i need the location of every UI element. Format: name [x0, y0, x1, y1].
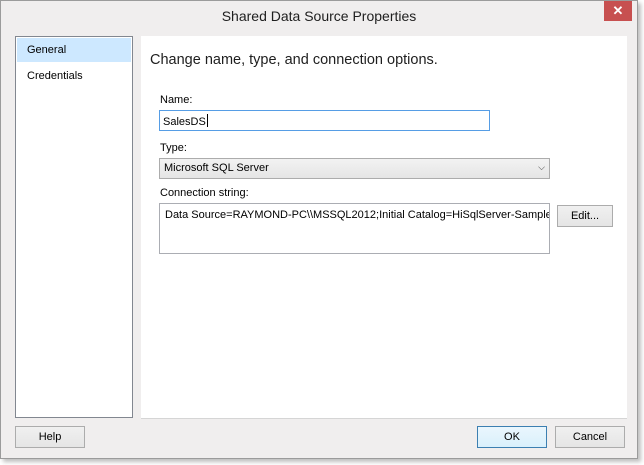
ok-button[interactable]: OK — [477, 426, 547, 448]
chevron-down-icon: ⌵ — [538, 162, 545, 172]
connection-string-label: Connection string: — [160, 187, 249, 199]
window-title: Shared Data Source Properties — [221, 8, 417, 24]
close-icon: ✕ — [612, 3, 624, 18]
panel-heading: Change name, type, and connection option… — [150, 52, 438, 68]
connection-string-value: Data Source=RAYMOND-PC\\MSSQL2012;Initia… — [165, 209, 550, 221]
connection-string-field[interactable]: Data Source=RAYMOND-PC\\MSSQL2012;Initia… — [159, 203, 550, 254]
edit-button[interactable]: Edit... — [557, 205, 613, 227]
nav-item-credentials[interactable]: Credentials — [17, 64, 131, 88]
dialog-window: Shared Data Source Properties ✕ General … — [0, 0, 638, 459]
name-field[interactable]: SalesDS — [159, 110, 490, 131]
close-button[interactable]: ✕ — [604, 1, 632, 21]
type-label: Type: — [160, 142, 187, 154]
type-dropdown[interactable]: Microsoft SQL Server ⌵ — [159, 158, 550, 179]
page-nav: General Credentials — [15, 36, 133, 418]
footer-divider — [141, 418, 627, 419]
cancel-button[interactable]: Cancel — [555, 426, 625, 448]
name-value: SalesDS — [163, 116, 206, 128]
title-bar: Shared Data Source Properties ✕ — [1, 1, 637, 31]
text-caret — [206, 114, 208, 127]
general-panel: Change name, type, and connection option… — [141, 36, 627, 418]
help-button[interactable]: Help — [15, 426, 85, 448]
nav-item-general[interactable]: General — [17, 38, 131, 62]
type-selected-value: Microsoft SQL Server — [164, 162, 269, 174]
name-label: Name: — [160, 94, 193, 106]
